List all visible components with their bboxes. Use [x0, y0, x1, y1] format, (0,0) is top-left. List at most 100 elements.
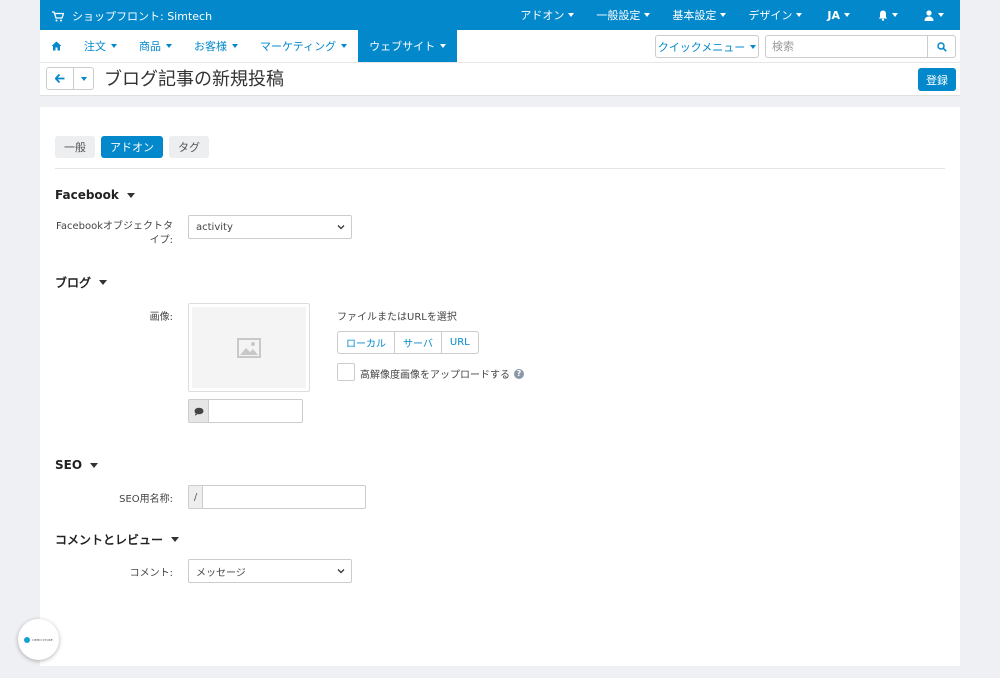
home-icon [51, 41, 62, 51]
nav-website[interactable]: ウェブサイト [358, 30, 458, 62]
menu-general-settings[interactable]: 一般設定 [585, 0, 661, 30]
alt-text-input[interactable] [209, 399, 303, 423]
top-bar: ショップフロント: Simtech アドオン 一般設定 基本設定 デザイン JA [40, 0, 960, 30]
demo-store-logo-icon [24, 636, 31, 643]
menu-label: アドオン [520, 9, 565, 22]
menu-design[interactable]: デザイン [737, 0, 813, 30]
caret-down-icon [232, 44, 238, 48]
divider [55, 168, 945, 169]
caret-down-icon [90, 462, 99, 468]
nav-label: 注文 [84, 40, 106, 53]
caret-down-icon [166, 44, 172, 48]
seo-name-input[interactable] [203, 485, 366, 509]
nav-customers[interactable]: お客様 [183, 30, 249, 62]
section-blog[interactable]: ブログ [55, 274, 108, 291]
hires-checkbox[interactable] [337, 363, 355, 381]
comments-label: コメント: [129, 568, 173, 579]
storefront-selector[interactable]: ショップフロント: Simtech [52, 8, 212, 24]
caret-down-icon [341, 44, 348, 48]
cart-icon [52, 10, 64, 21]
local-file-button[interactable]: ローカル [337, 331, 395, 354]
bell-icon [878, 10, 888, 21]
page-title: ブログ記事の新規投稿 [104, 69, 284, 90]
section-facebook[interactable]: Facebook [55, 188, 135, 202]
menu-addons[interactable]: アドオン [509, 0, 585, 30]
upload-source-buttons: ローカル サーバ URL [337, 331, 479, 354]
hires-label-row: 高解像度画像をアップロードする ? [360, 366, 524, 381]
caret-down-icon [440, 44, 447, 48]
facebook-object-type-label: Facebookオブジェクトタイプ: [56, 221, 173, 246]
help-icon[interactable]: ? [514, 368, 524, 379]
nav-label: お客様 [194, 40, 227, 53]
caret-down-icon [126, 192, 135, 198]
search-button[interactable] [928, 35, 956, 58]
caret-down-icon [750, 44, 757, 49]
nav-orders[interactable]: 注文 [73, 30, 128, 62]
chevron-down-icon [337, 569, 345, 574]
menu-user[interactable] [912, 0, 960, 30]
nav-home[interactable] [40, 30, 73, 62]
nav-label: 商品 [139, 40, 161, 53]
facebook-object-type-select[interactable]: activity [188, 215, 352, 239]
tab-addons[interactable]: アドオン [101, 136, 163, 158]
section-heading: コメントとレビュー [55, 533, 164, 547]
main-content: 一般 アドオン タグ Facebook Facebookオブジェクトタイプ: a… [40, 107, 960, 666]
chevron-down-icon [337, 225, 345, 230]
menu-label: JA [827, 8, 840, 22]
demo-store-badge[interactable]: DEMO STORE [18, 619, 59, 660]
nav-marketing[interactable]: マーケティング [249, 30, 358, 62]
arrow-left-icon [55, 74, 65, 83]
caret-down-icon [80, 76, 87, 81]
tab-general[interactable]: 一般 [55, 136, 95, 158]
nav-products[interactable]: 商品 [128, 30, 183, 62]
alt-text-icon [188, 399, 209, 423]
caret-down-icon [938, 13, 944, 17]
store-name: ショップフロント: Simtech [72, 10, 213, 23]
back-dropdown-button[interactable] [74, 67, 94, 90]
search-input[interactable] [765, 35, 928, 58]
select-value: メッセージ [196, 567, 246, 579]
select-value: activity [196, 221, 233, 233]
comments-select[interactable]: メッセージ [188, 559, 352, 583]
main-nav: 注文 商品 お客様 マーケティング ウェブサイト クイックメニュー [40, 30, 960, 63]
back-button[interactable] [46, 67, 74, 90]
tab-bar: 一般 アドオン タグ [55, 136, 209, 158]
caret-down-icon [171, 537, 180, 542]
demo-store-text: DEMO STORE [32, 637, 53, 642]
quick-menu-label: クイックメニュー [657, 40, 746, 54]
file-or-url-text: ファイルまたはURLを選択 [337, 312, 457, 323]
menu-notifications[interactable] [864, 0, 912, 30]
tab-tags[interactable]: タグ [169, 136, 209, 158]
search-icon [936, 41, 947, 52]
image-label: 画像: [149, 312, 173, 323]
caret-down-icon [892, 13, 898, 17]
section-heading: ブログ [55, 276, 92, 290]
section-heading: SEO [55, 458, 83, 472]
comment-icon [194, 407, 203, 416]
caret-down-icon [568, 13, 575, 17]
title-bar: ブログ記事の新規投稿 登録 [40, 63, 960, 96]
url-button[interactable]: URL [440, 331, 479, 354]
nav-label: マーケティング [260, 40, 337, 53]
caret-down-icon [720, 13, 727, 17]
menu-language[interactable]: JA [813, 0, 864, 30]
menu-basic-settings[interactable]: 基本設定 [661, 0, 737, 30]
section-seo[interactable]: SEO [55, 458, 99, 472]
image-placeholder-icon [237, 337, 261, 358]
save-button[interactable]: 登録 [918, 68, 956, 91]
menu-label: 基本設定 [672, 9, 717, 22]
section-comments[interactable]: コメントとレビュー [55, 531, 180, 548]
server-file-button[interactable]: サーバ [394, 331, 442, 354]
menu-label: デザイン [748, 9, 793, 22]
caret-down-icon [99, 280, 108, 285]
quick-menu-button[interactable]: クイックメニュー [655, 35, 759, 58]
seo-name-label: SEO用名称: [119, 494, 173, 505]
caret-down-icon [644, 13, 651, 17]
caret-down-icon [111, 44, 117, 48]
section-heading: Facebook [55, 188, 119, 202]
user-icon [924, 9, 934, 21]
image-preview [188, 303, 310, 392]
hires-label: 高解像度画像をアップロードする [360, 370, 510, 381]
menu-label: 一般設定 [596, 9, 641, 22]
nav-label: ウェブサイト [369, 40, 436, 53]
